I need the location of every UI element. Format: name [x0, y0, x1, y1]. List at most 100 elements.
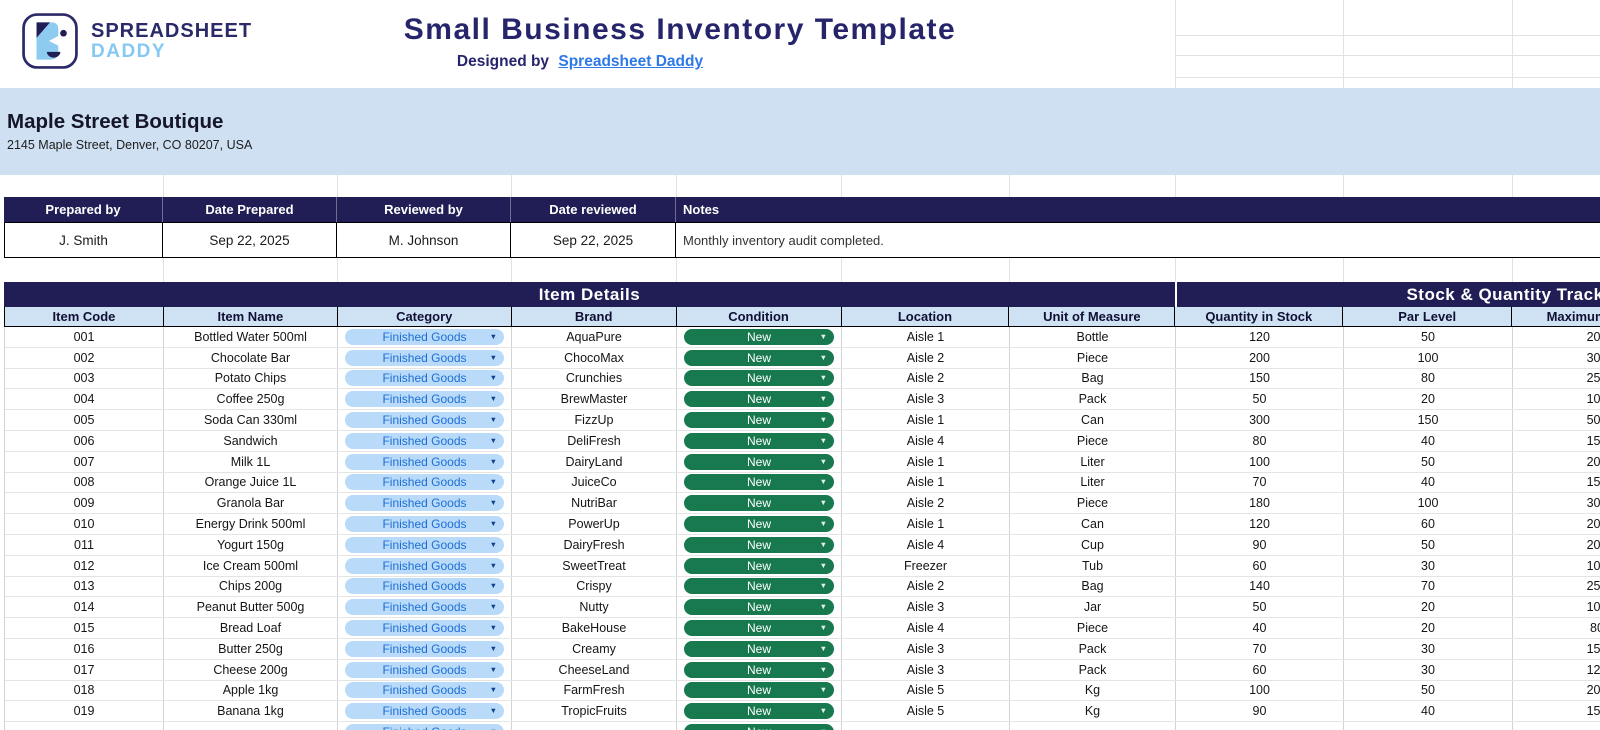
brand-cell[interactable]: CheeseLand [512, 660, 677, 680]
category-dropdown[interactable]: Finished Goods▼ [345, 620, 504, 636]
condition-dropdown[interactable]: New▼ [684, 682, 834, 698]
max-cell[interactable]: 150 [1513, 473, 1600, 493]
condition-cell[interactable]: New▼ [677, 556, 842, 576]
brand-cell[interactable]: FizzUp [512, 410, 677, 430]
code-cell[interactable]: 014 [5, 597, 164, 617]
category-cell[interactable]: Finished Goods▼ [338, 348, 512, 368]
condition-cell[interactable]: New▼ [677, 431, 842, 451]
max-cell[interactable]: 300 [1513, 493, 1600, 513]
category-cell[interactable]: Finished Goods▼ [338, 473, 512, 493]
category-dropdown[interactable]: Finished Goods▼ [345, 370, 504, 386]
code-cell[interactable]: 005 [5, 410, 164, 430]
category-dropdown[interactable]: Finished Goods▼ [345, 662, 504, 678]
condition-cell[interactable]: New▼ [677, 660, 842, 680]
unit-cell[interactable]: Can [1010, 514, 1176, 534]
max-cell[interactable]: 200 [1513, 327, 1600, 347]
code-cell[interactable]: 001 [5, 327, 164, 347]
max-cell[interactable] [1513, 722, 1600, 730]
code-cell[interactable]: 012 [5, 556, 164, 576]
location-cell[interactable]: Aisle 5 [842, 681, 1010, 701]
location-cell[interactable]: Aisle 2 [842, 493, 1010, 513]
location-cell[interactable]: Aisle 1 [842, 452, 1010, 472]
qty-cell[interactable]: 180 [1176, 493, 1344, 513]
code-cell[interactable]: 009 [5, 493, 164, 513]
category-dropdown[interactable]: Finished Goods▼ [345, 391, 504, 407]
brand-cell[interactable]: Nutty [512, 597, 677, 617]
condition-cell[interactable]: New▼ [677, 369, 842, 389]
unit-cell[interactable]: Pack [1010, 389, 1176, 409]
unit-cell[interactable]: Pack [1010, 660, 1176, 680]
condition-cell[interactable]: New▼ [677, 722, 842, 730]
brand-cell[interactable]: NutriBar [512, 493, 677, 513]
category-cell[interactable]: Finished Goods▼ [338, 722, 512, 730]
condition-dropdown[interactable]: New▼ [684, 412, 834, 428]
location-cell[interactable]: Aisle 1 [842, 514, 1010, 534]
date-reviewed-cell[interactable]: Sep 22, 2025 [511, 222, 676, 258]
category-cell[interactable]: Finished Goods▼ [338, 327, 512, 347]
name-cell[interactable]: Bottled Water 500ml [164, 327, 338, 347]
condition-dropdown[interactable]: New▼ [684, 537, 834, 553]
par-cell[interactable]: 50 [1344, 452, 1513, 472]
category-dropdown[interactable]: Finished Goods▼ [345, 412, 504, 428]
unit-cell[interactable]: Can [1010, 410, 1176, 430]
name-cell[interactable]: Chocolate Bar [164, 348, 338, 368]
condition-dropdown[interactable]: New▼ [684, 599, 834, 615]
category-dropdown[interactable]: Finished Goods▼ [345, 350, 504, 366]
condition-cell[interactable]: New▼ [677, 535, 842, 555]
condition-dropdown[interactable]: New▼ [684, 454, 834, 470]
name-cell[interactable]: Orange Juice 1L [164, 473, 338, 493]
name-cell[interactable]: Peanut Butter 500g [164, 597, 338, 617]
par-cell[interactable]: 20 [1344, 618, 1513, 638]
unit-cell[interactable]: Liter [1010, 452, 1176, 472]
unit-cell[interactable]: Bag [1010, 369, 1176, 389]
category-cell[interactable]: Finished Goods▼ [338, 389, 512, 409]
brand-cell[interactable]: BakeHouse [512, 618, 677, 638]
par-cell[interactable]: 50 [1344, 535, 1513, 555]
code-cell[interactable]: 010 [5, 514, 164, 534]
category-cell[interactable]: Finished Goods▼ [338, 535, 512, 555]
max-cell[interactable]: 100 [1513, 556, 1600, 576]
location-cell[interactable]: Aisle 5 [842, 701, 1010, 721]
name-cell[interactable]: Yogurt 150g [164, 535, 338, 555]
condition-dropdown[interactable]: New▼ [684, 474, 834, 490]
category-cell[interactable]: Finished Goods▼ [338, 597, 512, 617]
brand-cell[interactable]: Creamy [512, 639, 677, 659]
location-cell[interactable]: Aisle 2 [842, 577, 1010, 597]
max-cell[interactable]: 250 [1513, 577, 1600, 597]
date-prepared-cell[interactable]: Sep 22, 2025 [163, 222, 337, 258]
condition-cell[interactable]: New▼ [677, 681, 842, 701]
code-cell[interactable]: 007 [5, 452, 164, 472]
brand-cell[interactable]: Crunchies [512, 369, 677, 389]
location-cell[interactable]: Aisle 4 [842, 535, 1010, 555]
qty-cell[interactable] [1176, 722, 1344, 730]
category-dropdown[interactable]: Finished Goods▼ [345, 558, 504, 574]
qty-cell[interactable]: 120 [1176, 327, 1344, 347]
location-cell[interactable]: Aisle 4 [842, 431, 1010, 451]
name-cell[interactable]: Milk 1L [164, 452, 338, 472]
code-cell[interactable]: 004 [5, 389, 164, 409]
name-cell[interactable]: Potato Chips [164, 369, 338, 389]
unit-cell[interactable]: Liter [1010, 473, 1176, 493]
qty-cell[interactable]: 50 [1176, 389, 1344, 409]
category-cell[interactable]: Finished Goods▼ [338, 618, 512, 638]
unit-cell[interactable]: Jar [1010, 597, 1176, 617]
max-cell[interactable]: 150 [1513, 639, 1600, 659]
max-cell[interactable]: 200 [1513, 452, 1600, 472]
prepared-by-cell[interactable]: J. Smith [4, 222, 163, 258]
qty-cell[interactable]: 90 [1176, 701, 1344, 721]
par-cell[interactable]: 100 [1344, 348, 1513, 368]
name-cell[interactable]: Butter 250g [164, 639, 338, 659]
condition-cell[interactable]: New▼ [677, 389, 842, 409]
category-dropdown[interactable]: Finished Goods▼ [345, 578, 504, 594]
condition-dropdown[interactable]: New▼ [684, 724, 834, 730]
name-cell[interactable]: Coffee 250g [164, 389, 338, 409]
code-cell[interactable]: 011 [5, 535, 164, 555]
brand-cell[interactable]: DairyFresh [512, 535, 677, 555]
condition-cell[interactable]: New▼ [677, 348, 842, 368]
par-cell[interactable]: 70 [1344, 577, 1513, 597]
code-cell[interactable]: 018 [5, 681, 164, 701]
par-cell[interactable]: 80 [1344, 369, 1513, 389]
par-cell[interactable]: 40 [1344, 473, 1513, 493]
location-cell[interactable]: Aisle 4 [842, 618, 1010, 638]
name-cell[interactable]: Sandwich [164, 431, 338, 451]
